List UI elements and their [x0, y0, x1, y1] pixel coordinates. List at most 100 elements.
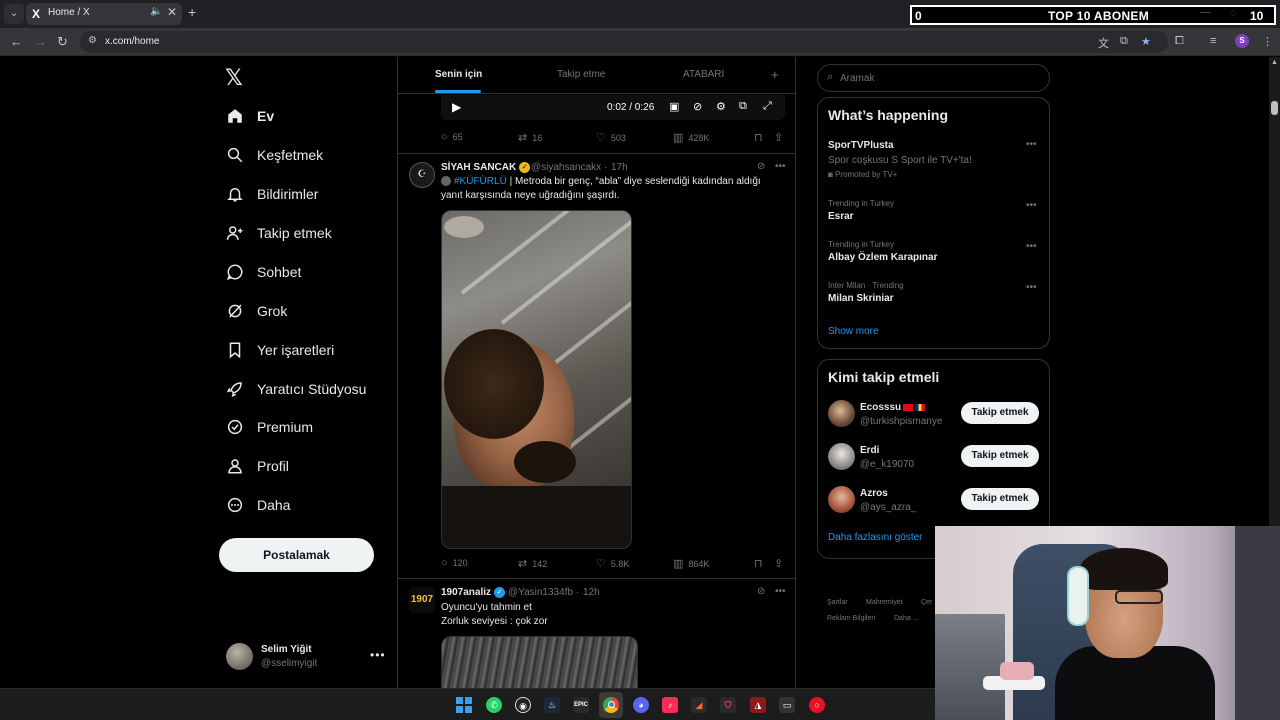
grok-icon[interactable]: ⊘: [757, 161, 765, 172]
more-dots-icon[interactable]: •••: [1026, 241, 1037, 252]
bookmark-icon[interactable]: ⊓: [754, 557, 763, 570]
nav-bookmarks[interactable]: Yer işaretleri: [224, 335, 334, 365]
share-icon[interactable]: ⇪: [774, 131, 783, 144]
profile-avatar[interactable]: S: [1235, 34, 1249, 48]
close-icon[interactable]: ✕: [167, 5, 177, 19]
footer-link[interactable]: Reklam Bilgileri: [827, 615, 875, 622]
more-icon[interactable]: ⋮: [1262, 35, 1273, 48]
show-more-link[interactable]: Show more: [828, 326, 879, 337]
game-icon[interactable]: ◮: [750, 697, 766, 713]
valorant-icon[interactable]: ⛉: [720, 697, 736, 713]
browser-tab-home[interactable]: X Home / X 🔈 ✕: [26, 3, 182, 25]
user-handle[interactable]: @ays_azra_: [860, 502, 916, 513]
forward-icon[interactable]: →: [34, 34, 47, 49]
more-dots-icon[interactable]: •••: [775, 586, 786, 597]
tiktok-icon[interactable]: ♪: [662, 697, 678, 713]
user-handle[interactable]: @e_k19070: [860, 459, 914, 470]
restore-icon[interactable]: ◌: [1230, 8, 1236, 19]
chrome-icon[interactable]: [603, 697, 619, 713]
nav-home[interactable]: Ev: [224, 101, 274, 131]
obs-icon[interactable]: ◉: [515, 697, 531, 713]
terminal-icon[interactable]: ▭: [779, 697, 795, 713]
nav-follow[interactable]: Takip etmek: [224, 218, 332, 248]
captions-icon[interactable]: ▣: [669, 100, 679, 113]
new-tab-plus-icon[interactable]: +: [188, 4, 196, 20]
tab-list-chevron-icon[interactable]: ⌄: [4, 4, 24, 24]
nav-more[interactable]: Daha: [224, 490, 290, 520]
pip-icon[interactable]: ⧉: [739, 100, 747, 113]
epic-icon[interactable]: EPIC: [573, 697, 589, 713]
nav-creator-studio[interactable]: Yaratıcı Stüdyosu: [224, 374, 366, 404]
user-name[interactable]: Ecosssu: [860, 402, 926, 413]
app-icon[interactable]: ◢: [691, 697, 707, 713]
fullscreen-icon[interactable]: ⤢: [763, 100, 772, 113]
follow-button[interactable]: Takip etmek: [961, 488, 1039, 510]
reply-action[interactable]: ○ 65: [441, 131, 463, 143]
add-tab-plus-icon[interactable]: +: [771, 67, 779, 82]
minimize-icon[interactable]: —: [1200, 7, 1210, 18]
tab-for-you[interactable]: Senin için: [435, 69, 482, 80]
tweet-time[interactable]: 12h: [583, 587, 600, 598]
nav-notifications[interactable]: Bildirimler: [224, 179, 318, 209]
user-name[interactable]: Azros: [860, 488, 888, 499]
footer-link[interactable]: Şartlar: [827, 599, 848, 606]
avatar[interactable]: [828, 443, 855, 470]
nav-premium[interactable]: Premium: [224, 412, 313, 442]
grok-icon[interactable]: ⊘: [757, 586, 765, 597]
settings-gear-icon[interactable]: ⚙: [716, 100, 726, 113]
url-text[interactable]: x.com/home: [105, 36, 159, 47]
search-box[interactable]: ⌕ Aramak: [817, 64, 1050, 92]
user-name[interactable]: Erdi: [860, 445, 879, 456]
tweet-time[interactable]: 17h: [611, 162, 628, 173]
extensions-icon[interactable]: ⧠: [1175, 35, 1184, 48]
hashtag-link[interactable]: #KÜFÜRLÜ: [454, 176, 507, 187]
avatar[interactable]: 1907: [409, 587, 435, 613]
mute-icon[interactable]: ⊘: [693, 100, 702, 113]
footer-link[interactable]: Mahremiyet: [866, 599, 903, 606]
views-action[interactable]: ▥ 428K: [673, 131, 709, 144]
more-dots-icon[interactable]: •••: [1026, 200, 1037, 211]
translate-icon[interactable]: 文: [1098, 35, 1109, 51]
repost-action[interactable]: ⇄ 142: [518, 557, 547, 570]
steam-icon[interactable]: ♨: [544, 697, 560, 713]
whatsapp-icon[interactable]: ✆: [486, 697, 502, 713]
more-dots-icon[interactable]: •••: [370, 648, 386, 662]
avatar[interactable]: [828, 486, 855, 513]
tab-following[interactable]: Takip etme: [557, 69, 605, 80]
bookmark-icon[interactable]: ⊓: [754, 131, 763, 144]
post-button[interactable]: Postalamak: [219, 538, 374, 572]
show-more-link[interactable]: Daha fazlasını göster: [828, 532, 923, 543]
like-action[interactable]: ♡ 5.8K: [596, 557, 629, 570]
nav-chat[interactable]: Sohbet: [224, 257, 301, 287]
tab-search-icon[interactable]: ≡: [1210, 35, 1216, 47]
views-action[interactable]: ▥ 864K: [673, 557, 709, 570]
tweet-author-name[interactable]: SİYAH SANCAK ✓: [441, 162, 531, 173]
tab-atabari[interactable]: ATABARI: [683, 69, 724, 80]
more-dots-icon[interactable]: •••: [1026, 139, 1037, 150]
avatar[interactable]: [828, 400, 855, 427]
back-icon[interactable]: ←: [10, 34, 23, 49]
windows-icon[interactable]: [456, 697, 472, 713]
play-icon[interactable]: ▶: [452, 100, 461, 114]
discord-icon[interactable]: ◕: [633, 697, 649, 713]
like-action[interactable]: ♡ 503: [596, 131, 626, 144]
follow-button[interactable]: Takip etmek: [961, 445, 1039, 467]
tweet-author-handle[interactable]: @Yasin1334fb: [508, 587, 573, 598]
scroll-thumb[interactable]: [1271, 101, 1278, 115]
tweet-author-name[interactable]: 1907analiz ✓: [441, 587, 506, 598]
search-input[interactable]: Aramak: [840, 73, 874, 84]
address-bar[interactable]: ⚙ x.com/home: [80, 31, 1168, 53]
nav-profile[interactable]: Profil: [224, 451, 289, 481]
share-icon[interactable]: ⇪: [774, 557, 783, 570]
footer-link[interactable]: Çer: [921, 599, 932, 606]
recorder-icon[interactable]: ○: [809, 697, 825, 713]
tweet-image[interactable]: [441, 636, 638, 688]
tweet-video[interactable]: [441, 210, 632, 549]
user-handle[interactable]: @turkishpismanye: [860, 416, 942, 427]
speaker-icon[interactable]: 🔈: [150, 6, 162, 17]
tweet-author-handle[interactable]: @siyahsancakx: [531, 162, 601, 173]
repost-action[interactable]: ⇄ 16: [518, 131, 542, 144]
follow-button[interactable]: Takip etmek: [961, 402, 1039, 424]
avatar[interactable]: ☪: [409, 162, 435, 188]
reply-action[interactable]: ○ 120: [441, 557, 468, 569]
